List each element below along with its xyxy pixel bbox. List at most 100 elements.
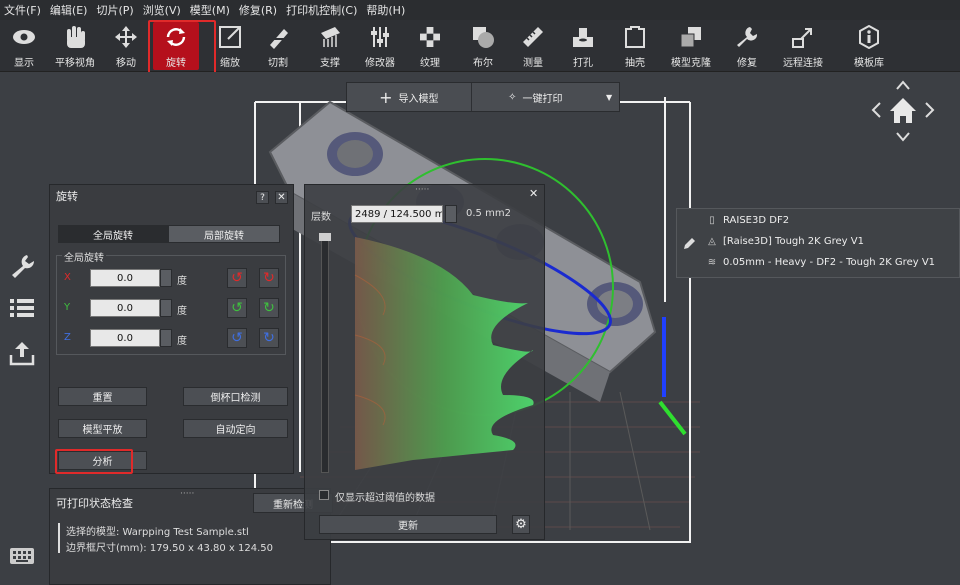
menu-file[interactable]: 文件(F) (4, 2, 41, 18)
bounding-box-text: 边界框尺寸(mm): 179.50 x 43.80 x 124.50 (66, 543, 273, 554)
update-button[interactable]: 更新 (319, 515, 497, 534)
rotate-y-stepper[interactable] (160, 299, 172, 317)
menu-slice[interactable]: 切片(P) (96, 2, 133, 18)
close-icon[interactable]: ✕ (529, 187, 538, 200)
keyboard-button[interactable] (0, 544, 44, 568)
rotate-x-unit: 度 (177, 276, 187, 287)
threshold-checkbox[interactable] (319, 490, 329, 500)
rotate-x-stepper[interactable] (160, 269, 172, 287)
remote-icon (788, 22, 818, 52)
overhang-check-button[interactable]: 倒杯口检测 (183, 387, 288, 406)
measure-icon (518, 22, 548, 52)
global-rotate-group-label: 全局旋转 (62, 249, 106, 264)
modifier-icon (365, 22, 395, 52)
tool-rotate[interactable]: 旋转 (153, 22, 199, 70)
tool-cut[interactable]: 切割 (260, 22, 296, 70)
rotate-y-cw-button[interactable]: ↻ (259, 298, 279, 318)
view-right-icon (925, 102, 935, 118)
lay-flat-button[interactable]: 模型平放 (58, 419, 147, 438)
magic-wand-icon: ✧ (508, 91, 517, 103)
tool-remote[interactable]: 远程连接 (780, 22, 826, 70)
menu-model[interactable]: 模型(M) (190, 2, 230, 18)
rotate-cw-icon: ↻ (263, 270, 275, 286)
panel-drag-handle[interactable]: ····· (415, 185, 429, 195)
rotate-icon (161, 22, 191, 52)
menu-help[interactable]: 帮助(H) (366, 2, 405, 18)
tool-repair[interactable]: 修复 (729, 22, 765, 70)
rotate-y-input[interactable]: 0.0 (90, 299, 160, 317)
list-dock-button[interactable] (0, 292, 44, 324)
move-icon (111, 22, 141, 52)
rotate-z-ccw-button[interactable]: ↺ (227, 328, 247, 348)
panel-drag-handle[interactable]: ····· (180, 489, 204, 499)
rotate-ccw-icon: ↺ (231, 300, 243, 316)
toolbar: 显示 平移视角 移动 旋转 缩放 切割 支撑 修改器 纹理 布尔 测量 打孔 抽… (0, 20, 960, 72)
one-click-dropdown[interactable]: ▼ (599, 83, 619, 111)
rotate-z-stepper[interactable] (160, 329, 172, 347)
settings-button[interactable]: ⚙ (512, 515, 530, 534)
rotate-z-cw-button[interactable]: ↻ (259, 328, 279, 348)
close-icon: ✕ (277, 192, 286, 203)
tool-support[interactable]: 支撑 (312, 22, 348, 70)
repair-icon (732, 22, 762, 52)
rotate-x-cw-button[interactable]: ↻ (259, 268, 279, 288)
one-click-print-button[interactable]: ✧ 一键打印 (472, 83, 600, 111)
keyboard-icon (10, 548, 34, 564)
reset-button[interactable]: 重置 (58, 387, 147, 406)
export-dock-button[interactable] (0, 336, 44, 370)
menu-bar: 文件(F) 编辑(E) 切片(P) 浏览(V) 模型(M) 修复(R) 打印机控… (0, 0, 960, 20)
profile-row: ≋ 0.05mm - Heavy - DF2 - Tough 2K Grey V1 (705, 257, 935, 268)
analyze-button[interactable]: 分析 (58, 451, 147, 470)
import-print-bar: + 导入模型 ✧ 一键打印 ▼ (346, 82, 620, 112)
warping-analysis-graph (354, 237, 534, 470)
tab-local-rotate[interactable]: 局部旋转 (168, 225, 280, 243)
material-icon: ◬ (708, 236, 716, 247)
rotate-x-ccw-button[interactable]: ↺ (227, 268, 247, 288)
tool-texture[interactable]: 纹理 (412, 22, 448, 70)
tool-pan[interactable]: 平移视角 (52, 22, 98, 70)
printer-info-card[interactable]: ▯ RAISE3D DF2 ◬ [Raise3D] Tough 2K Grey V1… (676, 208, 960, 278)
menu-repair[interactable]: 修复(R) (239, 2, 277, 18)
menu-edit[interactable]: 编辑(E) (50, 2, 88, 18)
layer-stepper[interactable] (445, 205, 457, 223)
tool-shell[interactable]: 抽壳 (617, 22, 653, 70)
rotate-z-input[interactable]: 0.0 (90, 329, 160, 347)
tool-template-library[interactable]: 模板库 (849, 22, 889, 70)
analysis-panel: ····· ✕ 层数 2489 / 124.500 mm 0.5 mm2 仅显示… (304, 184, 545, 540)
settings-dock-button[interactable] (0, 248, 44, 284)
menu-printer-control[interactable]: 打印机控制(C) (286, 2, 357, 18)
close-button[interactable]: ✕ (275, 191, 288, 204)
tab-global-rotate[interactable]: 全局旋转 (58, 225, 168, 243)
auto-orient-button[interactable]: 自动定向 (183, 419, 288, 438)
edit-pencil-icon[interactable] (682, 237, 696, 251)
layers-label: 层数 (311, 212, 331, 223)
help-button[interactable]: ? (256, 191, 269, 204)
tool-display[interactable]: 显示 (6, 22, 42, 70)
tool-scale[interactable]: 缩放 (212, 22, 248, 70)
rotate-y-unit: 度 (177, 306, 187, 317)
texture-icon (415, 22, 445, 52)
tool-measure[interactable]: 测量 (515, 22, 551, 70)
tool-hole[interactable]: 打孔 (565, 22, 601, 70)
tool-clone[interactable]: 模型克隆 (670, 22, 712, 70)
menu-view[interactable]: 浏览(V) (143, 2, 181, 18)
axis-x-label: X (64, 272, 71, 283)
layer-slider-handle[interactable] (319, 233, 331, 241)
import-model-button[interactable]: + 导入模型 (347, 83, 471, 111)
hand-icon (60, 22, 90, 52)
axis-y-label: Y (64, 302, 71, 313)
layers-icon: ≋ (707, 257, 717, 268)
view-navigation[interactable] (866, 78, 940, 144)
tool-move[interactable]: 移动 (108, 22, 144, 70)
area-value: 0.5 mm2 (466, 208, 511, 219)
layer-value-input[interactable]: 2489 / 124.500 mm (351, 205, 443, 223)
layer-slider-track[interactable] (321, 233, 329, 473)
rotate-y-ccw-button[interactable]: ↺ (227, 298, 247, 318)
rotate-x-input[interactable]: 0.0 (90, 269, 160, 287)
tool-boolean[interactable]: 布尔 (465, 22, 501, 70)
tool-modifier[interactable]: 修改器 (362, 22, 398, 70)
rotate-cw-icon: ↻ (263, 300, 275, 316)
printer-name-row: ▯ RAISE3D DF2 (705, 215, 789, 226)
rotate-z-unit: 度 (177, 336, 187, 347)
selected-model-text: 选择的模型: Warpping Test Sample.stl (66, 527, 249, 538)
